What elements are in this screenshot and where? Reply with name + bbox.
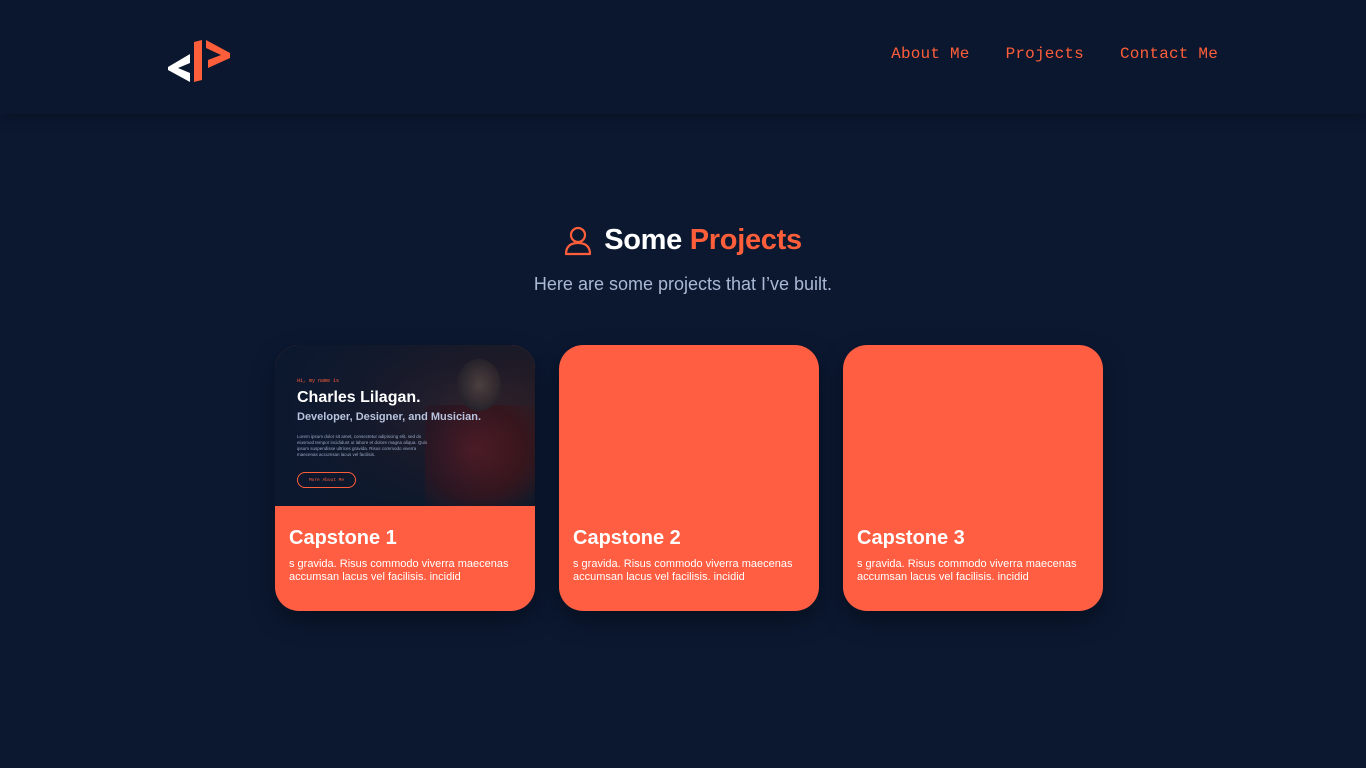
section-heading: Some Projects xyxy=(0,224,1366,257)
code-brackets-logo-icon[interactable] xyxy=(166,38,232,82)
section-title-part2: Projects xyxy=(689,224,802,256)
card-title: Capstone 3 xyxy=(857,527,965,549)
preview-role: Developer, Designer, and Musician. xyxy=(297,411,482,423)
section-title-part1: Some xyxy=(604,224,682,256)
card-title: Capstone 2 xyxy=(573,527,681,549)
main-nav: About Me Projects Contact Me xyxy=(891,45,1218,63)
project-card-3[interactable]: Capstone 3 s gravida. Risus commodo vive… xyxy=(843,345,1103,611)
card-description: s gravida. Risus commodo viverra maecena… xyxy=(573,558,793,583)
card-description: s gravida. Risus commodo viverra maecena… xyxy=(857,558,1077,583)
card-description: s gravida. Risus commodo viverra maecena… xyxy=(289,558,509,583)
preview-name: Charles Lilagan. xyxy=(297,389,421,406)
nav-about-me[interactable]: About Me xyxy=(891,45,969,63)
site-header: About Me Projects Contact Me xyxy=(0,0,1366,114)
project-preview-image: Hi, my name is Charles Lilagan. Develope… xyxy=(275,345,535,506)
project-card-2[interactable]: Capstone 2 s gravida. Risus commodo vive… xyxy=(559,345,819,611)
preview-button: More About Me xyxy=(297,472,356,488)
project-card-1[interactable]: Hi, my name is Charles Lilagan. Develope… xyxy=(275,345,535,611)
project-cards: Hi, my name is Charles Lilagan. Develope… xyxy=(275,345,1103,611)
nav-contact-me[interactable]: Contact Me xyxy=(1120,45,1218,63)
preview-greeting: Hi, my name is xyxy=(297,378,340,384)
card-title: Capstone 1 xyxy=(289,527,397,549)
section-title: Some Projects xyxy=(604,224,802,257)
section-subtitle: Here are some projects that I’ve built. xyxy=(533,274,833,294)
nav-projects[interactable]: Projects xyxy=(1006,45,1084,63)
user-icon xyxy=(564,226,592,256)
preview-body: Lorem ipsum dolor sit amet, consectetur … xyxy=(297,434,428,457)
